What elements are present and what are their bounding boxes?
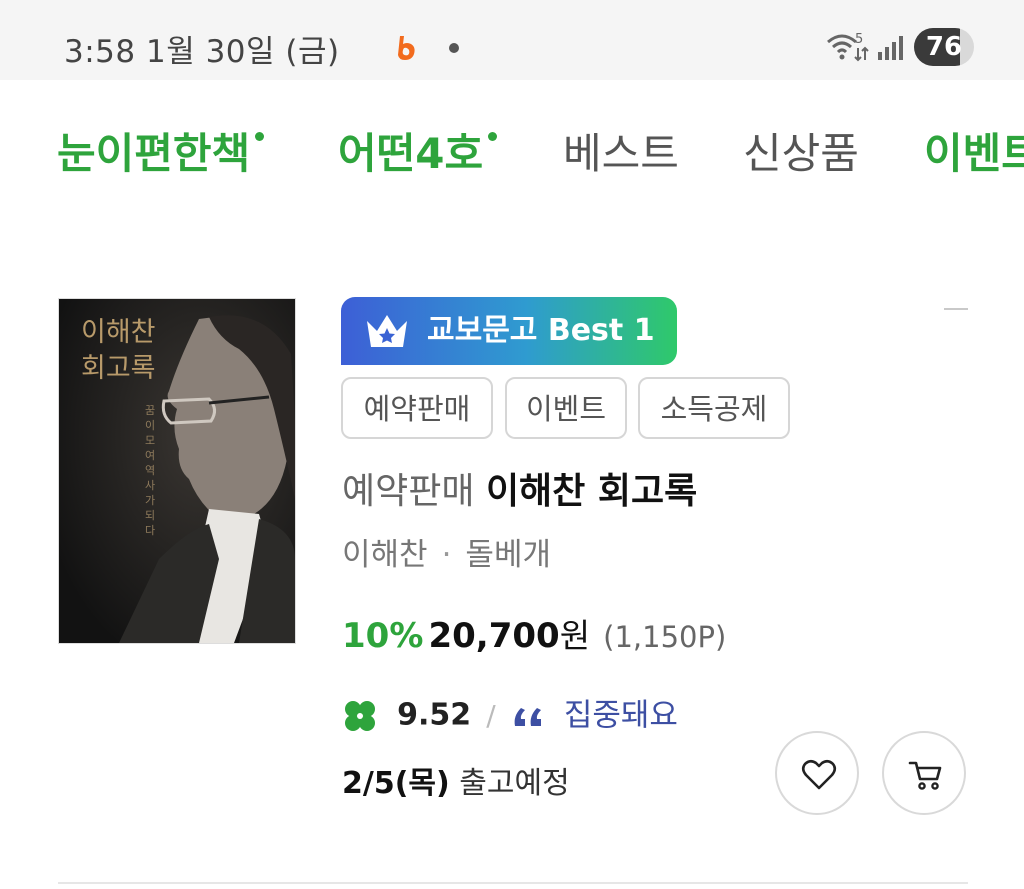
tab-label: 신상품 — [743, 129, 859, 178]
tab-eye-friendly-books[interactable]: 눈이편한책 — [57, 126, 265, 182]
quote-icon — [514, 707, 541, 726]
tab-label: 눈이편한책 — [57, 129, 251, 178]
author-publisher: 이해찬 · 돌베개 — [342, 534, 551, 576]
separator-dot: · — [441, 537, 452, 573]
status-time: 3:58 1월 30일 (금) — [64, 34, 340, 70]
svg-text:5: 5 — [855, 32, 863, 47]
notification-dot — [449, 43, 459, 53]
reward-points: (1,150P) — [603, 620, 727, 654]
author-name[interactable]: 이해찬 — [342, 537, 428, 573]
cover-title-line2: 회고록 — [81, 353, 156, 384]
rating-row: 9.52 / 집중돼요 — [342, 694, 678, 737]
tab-events[interactable]: 이벤트 — [924, 126, 1024, 182]
product-title[interactable]: 예약판매 이해찬 회고록 — [342, 470, 697, 514]
review-keyword[interactable]: 집중돼요 — [564, 698, 678, 734]
new-dot — [255, 132, 265, 141]
currency: 원 — [559, 616, 591, 655]
list-divider — [58, 882, 968, 884]
clover-icon — [345, 700, 375, 731]
cover-subtitle: 꿈이모여역사가되다 — [145, 404, 156, 537]
new-dot — [488, 132, 498, 141]
tab-label: 어떤4호 — [338, 129, 484, 178]
heart-icon — [801, 759, 837, 790]
add-to-cart-button[interactable] — [882, 731, 966, 815]
sale-price: 20,700 — [428, 616, 560, 656]
tab-best[interactable]: 베스트 — [563, 126, 679, 182]
status-bar: 3:58 1월 30일 (금) 5 76 — [0, 0, 1024, 80]
price-row: 10% 20,700원 (1,150P) — [342, 614, 726, 664]
book-cover-image[interactable]: 이해찬 회고록 꿈이모여역사가되다 — [58, 298, 296, 644]
wifi-icon: 5 — [827, 32, 869, 62]
battery-indicator: 76 — [914, 28, 974, 66]
tab-label: 이벤트 — [924, 129, 1024, 178]
best-seller-badge: 교보문고 Best 1 — [341, 297, 677, 365]
shipping-info: 2/5(목) 출고예정 — [342, 762, 570, 806]
title-main: 이해찬 회고록 — [485, 471, 698, 512]
tab-new-products[interactable]: 신상품 — [743, 126, 859, 182]
title-prefix: 예약판매 — [342, 471, 475, 512]
tag-event: 이벤트 — [505, 377, 627, 439]
collapse-icon[interactable] — [944, 308, 968, 310]
rating-divider: / — [486, 698, 496, 732]
crown-icon — [367, 315, 407, 347]
rating-score: 9.52 — [397, 697, 472, 733]
battery-level: 76 — [925, 32, 963, 62]
cart-icon — [908, 761, 942, 790]
tab-label: 베스트 — [563, 129, 679, 178]
category-tabs: 눈이편한책 어떤4호 베스트 신상품 이벤트 — [0, 110, 1024, 200]
discount-rate: 10% — [342, 616, 424, 656]
tag-preorder: 예약판매 — [341, 377, 493, 439]
cover-title: 이해찬 회고록 — [81, 315, 156, 387]
cover-title-line1: 이해찬 — [81, 317, 156, 348]
tag-tax-deduction: 소득공제 — [638, 377, 790, 439]
ship-text: 출고예정 — [459, 766, 570, 801]
best-badge-label: 교보문고 Best 1 — [427, 313, 655, 348]
b-app-icon — [398, 36, 415, 60]
signal-icon — [878, 36, 903, 60]
tab-issue-4[interactable]: 어떤4호 — [338, 126, 498, 182]
ship-date: 2/5(목) — [342, 766, 450, 801]
publisher-name[interactable]: 돌베개 — [465, 537, 551, 573]
wishlist-button[interactable] — [775, 731, 859, 815]
